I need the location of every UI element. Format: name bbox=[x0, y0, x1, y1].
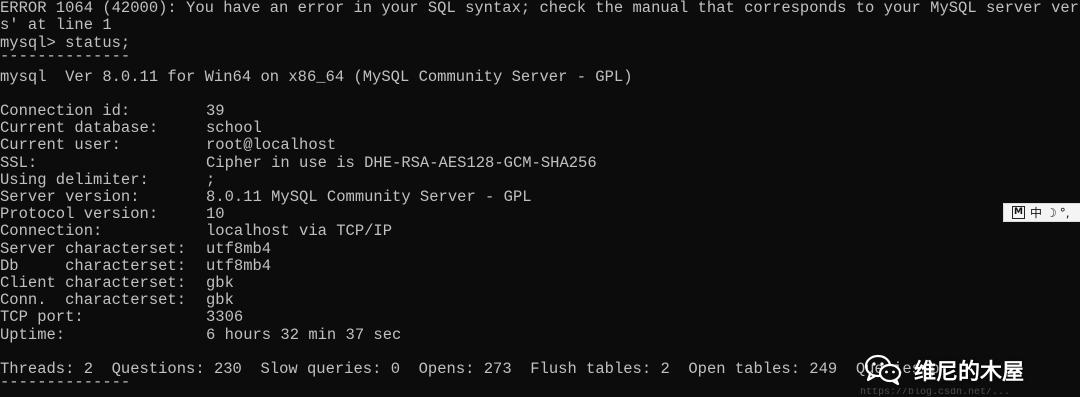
status-key: SSL: bbox=[0, 153, 38, 172]
error-line-2: s' at line 1 bbox=[0, 16, 112, 34]
status-key: Current user: bbox=[0, 136, 121, 155]
status-row: Server version: 8.0.11 MySQL Community Se… bbox=[0, 189, 1080, 207]
status-value: school bbox=[206, 119, 262, 138]
status-key: Server characterset: bbox=[0, 239, 187, 258]
status-value: 39 bbox=[206, 102, 225, 120]
status-value: Cipher in use is DHE-RSA-AES128-GCM-SHA2… bbox=[206, 153, 597, 172]
status-key: Server version: bbox=[0, 188, 140, 206]
status-key: Db characterset: bbox=[0, 256, 187, 275]
status-key: Connection id: bbox=[0, 102, 131, 120]
status-key: Uptime: bbox=[0, 325, 66, 344]
status-value: utf8mb4 bbox=[206, 239, 272, 258]
status-key: Current database: bbox=[0, 119, 159, 138]
status-key: TCP port: bbox=[0, 308, 84, 327]
version-line: mysql Ver 8.0.11 for Win64 on x86_64 (My… bbox=[0, 68, 633, 86]
ime-mode-icon[interactable]: M bbox=[1012, 206, 1025, 219]
ime-status-bar[interactable]: M 中 ☽ °, bbox=[1003, 203, 1080, 222]
error-line-1: ERROR 1064 (42000): You have an error in… bbox=[0, 0, 1080, 17]
status-value: utf8mb4 bbox=[206, 256, 272, 275]
status-row: Using delimiter:; bbox=[0, 170, 1080, 190]
status-key: Protocol version: bbox=[0, 205, 159, 224]
watermark: 维尼的木屋 bbox=[864, 350, 1024, 390]
status-row: Connection: localhost via TCP/IP bbox=[0, 223, 1080, 241]
status-row: TCP port: 3306 bbox=[0, 309, 1080, 327]
status-row: Server characterset: utf8mb4 bbox=[0, 239, 1080, 259]
ime-halfwidth-toggle[interactable]: ☽ bbox=[1046, 206, 1057, 220]
watermark-text: 维尼的木屋 bbox=[914, 360, 1025, 385]
status-row: Uptime: 6 hours 32 min 37 sec bbox=[0, 325, 1080, 345]
status-row: Conn. characterset: gbk bbox=[0, 292, 1080, 310]
status-row: Current database: school bbox=[0, 120, 1080, 138]
status-row: Connection id: 39 bbox=[0, 103, 1080, 121]
status-value: gbk bbox=[206, 291, 234, 310]
status-row: SSL: Cipher in use is DHE-RSA-AES128-GCM-… bbox=[0, 153, 1080, 173]
wechat-icon bbox=[864, 354, 902, 386]
status-value: ; bbox=[206, 170, 216, 189]
ime-language-toggle[interactable]: 中 bbox=[1030, 204, 1042, 221]
status-row: Protocol version: 10 bbox=[0, 206, 1080, 224]
stat-open-tables: Open tables: 249 bbox=[688, 360, 838, 378]
status-key: Conn. characterset: bbox=[0, 291, 187, 310]
terminal-window[interactable]: ERROR 1064 (42000): You have an error in… bbox=[0, 0, 1080, 397]
status-value: localhost via TCP/IP bbox=[206, 222, 393, 241]
separator-bottom: -------------- bbox=[0, 373, 131, 391]
status-value: 10 bbox=[206, 205, 225, 224]
stat-flush-tables: Flush tables: 2 bbox=[530, 360, 670, 378]
status-value: root@localhost bbox=[206, 136, 337, 155]
status-value: 6 hours 32 min 37 sec bbox=[206, 325, 402, 344]
status-key: Connection: bbox=[0, 222, 103, 241]
status-value: gbk bbox=[206, 274, 234, 292]
stat-opens: Opens: 273 bbox=[418, 360, 512, 378]
status-key: Client characterset: bbox=[0, 274, 187, 292]
status-row: Current user: root@localhost bbox=[0, 137, 1080, 155]
ime-punctuation-toggle[interactable]: °, bbox=[1060, 206, 1070, 220]
status-key: Using delimiter: bbox=[0, 170, 149, 189]
status-value: 8.0.11 MySQL Community Server - GPL bbox=[206, 188, 532, 206]
status-value: 3306 bbox=[206, 308, 244, 327]
stats-line: Threads: 2 Questions: 230 Slow queries: … bbox=[0, 361, 940, 379]
stat-slow-queries: Slow queries: 0 bbox=[260, 360, 400, 378]
stat-questions: Questions: 230 bbox=[111, 360, 242, 378]
